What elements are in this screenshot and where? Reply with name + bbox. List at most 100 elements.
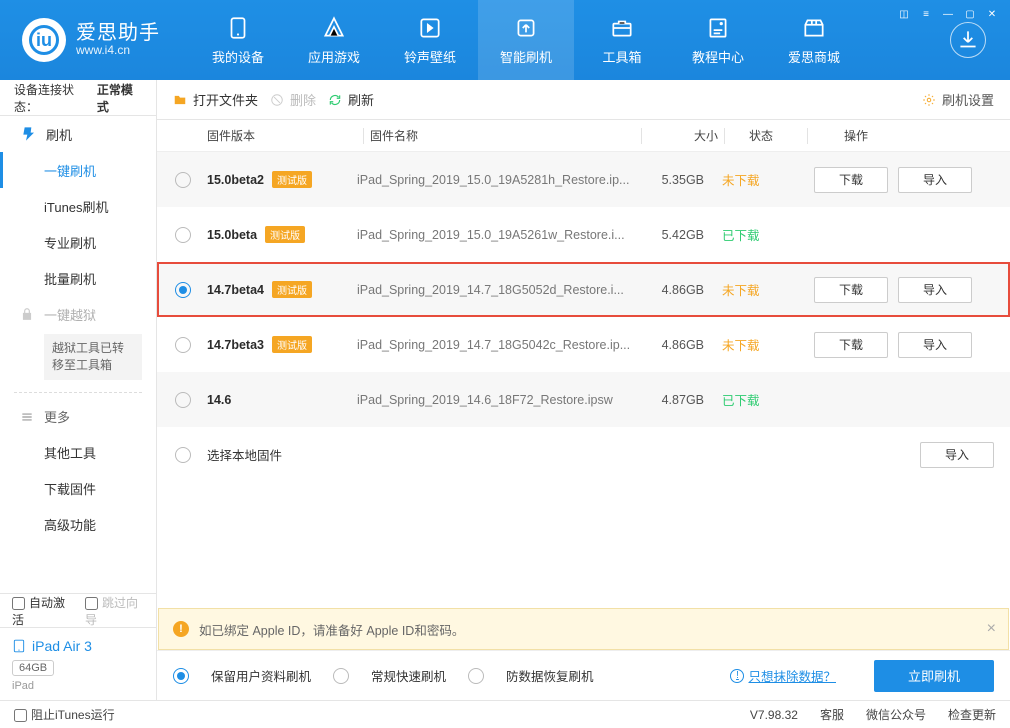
sidebar-head-flash[interactable]: 刷机 [0, 116, 156, 152]
nav-label-1: 应用游戏 [308, 47, 360, 66]
main-area: 设备连接状态： 正常模式 刷机 一键刷机iTunes刷机专业刷机批量刷机 一键越… [0, 80, 1010, 700]
logo-icon: iu [22, 18, 66, 62]
row-filename: iPad_Spring_2019_15.0_19A5281h_Restore.i… [357, 173, 634, 187]
titlebar-menu-icon[interactable]: ≡ [918, 6, 934, 22]
sidebar-item-专业刷机[interactable]: 专业刷机 [0, 224, 156, 260]
titlebar-close-icon[interactable]: ✕ [984, 6, 1000, 22]
titlebar-minimize-icon[interactable]: — [940, 6, 956, 22]
col-version: 固件版本 [207, 127, 357, 144]
open-folder-label: 打开文件夹 [193, 90, 258, 109]
firmware-row[interactable]: 15.0beta2 测试版iPad_Spring_2019_15.0_19A52… [157, 152, 1010, 207]
opt-keep-label: 保留用户资料刷机 [211, 666, 311, 685]
firmware-row[interactable]: 14.6iPad_Spring_2019_14.6_18F72_Restore.… [157, 372, 1010, 427]
wipe-only-link[interactable]: ! 只想抹除数据？ [730, 666, 836, 685]
app-version: V7.98.32 [750, 708, 798, 722]
sidebar-separator [14, 392, 142, 393]
row-radio[interactable] [175, 392, 191, 408]
import-button[interactable]: 导入 [898, 277, 972, 303]
row-status: 未下载 [704, 280, 792, 299]
nav-1[interactable]: 应用游戏 [286, 0, 382, 80]
logo-area: iu 爱思助手 www.i4.cn [0, 18, 190, 62]
import-button[interactable]: 导入 [898, 167, 972, 193]
sidebar-item-下载固件[interactable]: 下载固件 [0, 471, 156, 507]
row-version: 14.6 [207, 393, 357, 407]
row-status: 未下载 [704, 335, 792, 354]
action-bar: 保留用户资料刷机 常规快速刷机 防数据恢复刷机 ! 只想抹除数据？ 立即刷机 [157, 650, 1010, 700]
open-folder-button[interactable]: 打开文件夹 [173, 90, 258, 109]
top-nav: 我的设备应用游戏 铃声壁纸智能刷机 工具箱教程中心爱思商城 [190, 0, 862, 80]
connection-label: 设备连接状态： [14, 81, 93, 115]
firmware-rows: 15.0beta2 测试版iPad_Spring_2019_15.0_19A52… [157, 152, 1010, 608]
beta-badge: 测试版 [272, 171, 312, 188]
import-button[interactable]: 导入 [920, 442, 994, 468]
download-button[interactable]: 下载 [814, 332, 888, 358]
wechat-link[interactable]: 微信公众号 [866, 706, 926, 723]
flash-now-button[interactable]: 立即刷机 [874, 660, 994, 692]
flash-settings-button[interactable]: 刷机设置 [922, 90, 994, 109]
nav-label-6: 爱思商城 [788, 47, 840, 66]
check-update-link[interactable]: 检查更新 [948, 706, 996, 723]
row-version: 15.0beta2 测试版 [207, 171, 357, 188]
opt-keep-data[interactable]: 保留用户资料刷机 [173, 666, 311, 685]
local-firmware-row[interactable]: 选择本地固件 导入 [157, 427, 1010, 482]
row-version: 14.7beta3 测试版 [207, 336, 357, 353]
connection-status: 设备连接状态： 正常模式 [0, 80, 156, 116]
row-radio[interactable] [175, 227, 191, 243]
notice-text: 如已绑定 Apple ID，请准备好 Apple ID和密码。 [199, 620, 464, 639]
firmware-row[interactable]: 15.0beta 测试版iPad_Spring_2019_15.0_19A526… [157, 207, 1010, 262]
nav-4[interactable]: 工具箱 [574, 0, 670, 80]
sidebar-options-row: 自动激活 跳过向导 [0, 593, 156, 627]
titlebar-maximize-icon[interactable]: ▢ [962, 6, 978, 22]
customer-service-link[interactable]: 客服 [820, 706, 844, 723]
firmware-row[interactable]: 14.7beta3 测试版iPad_Spring_2019_14.7_18G50… [157, 317, 1010, 372]
row-size: 4.86GB [634, 338, 704, 352]
nav-0[interactable]: 我的设备 [190, 0, 286, 80]
sidebar-item-高级功能[interactable]: 高级功能 [0, 507, 156, 543]
device-card[interactable]: iPad Air 3 64GB iPad [0, 627, 156, 700]
auto-activate-check[interactable]: 自动激活 [12, 594, 71, 628]
nav-3[interactable]: 智能刷机 [478, 0, 574, 80]
row-radio[interactable] [175, 337, 191, 353]
opt-normal-label: 常规快速刷机 [371, 666, 446, 685]
row-radio[interactable] [175, 172, 191, 188]
sidebar-head-jailbreak: 一键越狱 [0, 296, 156, 332]
nav-label-3: 智能刷机 [500, 47, 552, 66]
delete-button: 删除 [270, 90, 316, 109]
sidebar: 设备连接状态： 正常模式 刷机 一键刷机iTunes刷机专业刷机批量刷机 一键越… [0, 80, 157, 700]
sidebar-item-iTunes刷机[interactable]: iTunes刷机 [0, 188, 156, 224]
opt-normal[interactable]: 常规快速刷机 [333, 666, 446, 685]
local-firmware-label: 选择本地固件 [207, 445, 814, 464]
firmware-row[interactable]: 14.7beta4 测试版iPad_Spring_2019_14.7_18G50… [157, 262, 1010, 317]
row-radio[interactable] [175, 282, 191, 298]
row-status: 已下载 [704, 390, 792, 409]
download-button[interactable]: 下载 [814, 167, 888, 193]
row-radio[interactable] [175, 447, 191, 463]
refresh-label: 刷新 [348, 90, 374, 109]
row-ops: 导入 [814, 442, 994, 468]
jailbreak-note: 越狱工具已转移至工具箱 [44, 334, 142, 380]
nav-6[interactable]: 爱思商城 [766, 0, 862, 80]
row-status: 未下载 [704, 170, 792, 189]
block-itunes-check[interactable]: 阻止iTunes运行 [14, 706, 115, 723]
download-button[interactable]: 下载 [814, 277, 888, 303]
block-itunes-label: 阻止iTunes运行 [31, 708, 115, 722]
row-filename: iPad_Spring_2019_14.6_18F72_Restore.ipsw [357, 393, 634, 407]
sidebar-head-more[interactable]: 更多 [0, 399, 156, 435]
device-storage: 64GB [12, 660, 54, 676]
sidebar-item-一键刷机[interactable]: 一键刷机 [0, 152, 156, 188]
refresh-button[interactable]: 刷新 [328, 90, 374, 109]
sidebar-item-其他工具[interactable]: 其他工具 [0, 435, 156, 471]
content-pane: 打开文件夹 删除 刷新 刷机设置 固件版本 固件名称 大小 状态 [157, 80, 1010, 700]
sidebar-item-批量刷机[interactable]: 批量刷机 [0, 260, 156, 296]
titlebar-skin-icon[interactable]: ◫ [896, 6, 912, 22]
nav-2[interactable]: 铃声壁纸 [382, 0, 478, 80]
opt-anti-recover[interactable]: 防数据恢复刷机 [468, 666, 594, 685]
nav-5[interactable]: 教程中心 [670, 0, 766, 80]
skip-guide-check[interactable]: 跳过向导 [85, 594, 144, 628]
row-version: 15.0beta 测试版 [207, 226, 357, 243]
row-ops: 下载导入 [792, 332, 972, 358]
notice-close-icon[interactable]: × [987, 620, 996, 638]
download-manager-icon[interactable] [950, 22, 986, 58]
import-button[interactable]: 导入 [898, 332, 972, 358]
device-name: iPad Air 3 [12, 638, 144, 654]
